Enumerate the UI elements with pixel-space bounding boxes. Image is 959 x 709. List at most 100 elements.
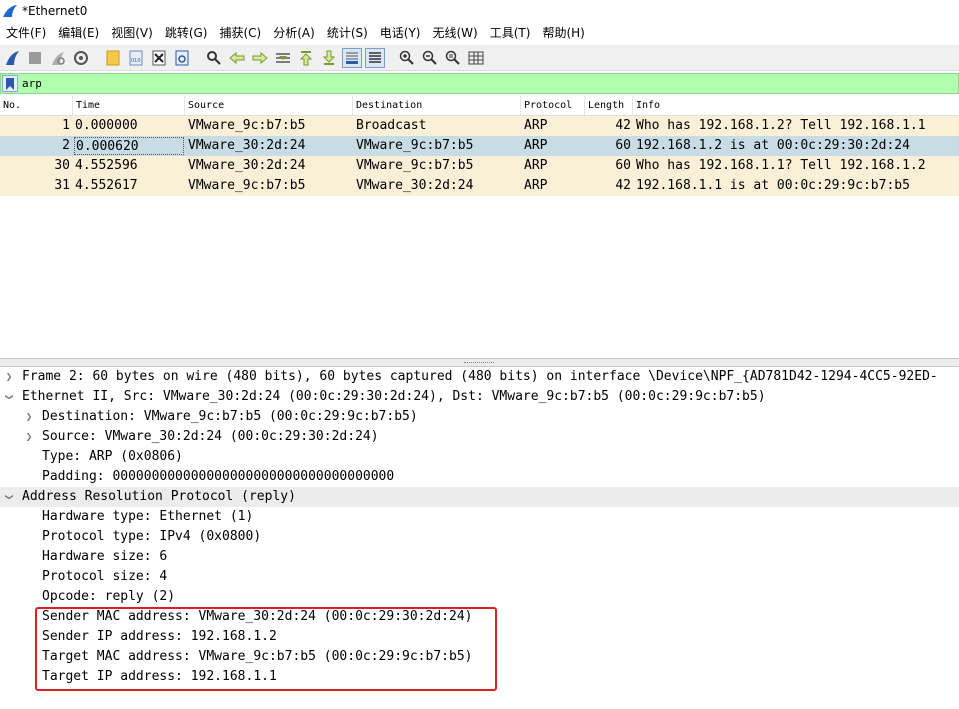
packet-destination: Broadcast — [356, 118, 427, 133]
menu-file[interactable]: 文件(F) — [0, 22, 52, 44]
packet-row[interactable]: 30 4.552596 VMware_30:2d:24 VMware_9c:b7… — [0, 156, 959, 176]
packet-protocol: ARP — [524, 178, 548, 193]
detail-tree-item-proto-type[interactable]: Protocol type: IPv4 (0x0800) — [0, 527, 959, 547]
chevron-right-icon[interactable]: ❯ — [23, 427, 35, 447]
go-back-icon[interactable] — [227, 48, 247, 68]
detail-text: Source: VMware_30:2d:24 (00:0c:29:30:2d:… — [42, 429, 379, 444]
detail-tree-item-arp[interactable]: ❯ Address Resolution Protocol (reply) — [0, 487, 959, 507]
packet-details-pane: ❯ Frame 2: 60 bytes on wire (480 bits), … — [0, 367, 959, 709]
menu-telephony[interactable]: 电话(Y) — [374, 22, 427, 44]
detail-text: Destination: VMware_9c:b7:b5 (00:0c:29:9… — [42, 409, 418, 424]
packet-source: VMware_30:2d:24 — [188, 138, 306, 153]
chevron-right-icon[interactable]: ❯ — [3, 367, 15, 387]
go-forward-icon[interactable] — [250, 48, 270, 68]
packet-info: Who has 192.168.1.2? Tell 192.168.1.1 — [636, 118, 926, 133]
find-packet-icon[interactable] — [204, 48, 224, 68]
packet-destination: VMware_9c:b7:b5 — [356, 138, 474, 153]
chevron-down-icon[interactable]: ❯ — [0, 491, 19, 503]
detail-tree-item-hw-type[interactable]: Hardware type: Ethernet (1) — [0, 507, 959, 527]
menu-statistics[interactable]: 统计(S) — [321, 22, 374, 44]
packet-time: 4.552617 — [75, 178, 138, 193]
resize-columns-icon[interactable] — [466, 48, 486, 68]
detail-text: Opcode: reply (2) — [42, 589, 176, 604]
detail-text: Protocol type: IPv4 (0x0800) — [42, 529, 262, 544]
detail-tree-item-eth-type[interactable]: Type: ARP (0x0806) — [0, 447, 959, 467]
menu-tools[interactable]: 工具(T) — [484, 22, 537, 44]
filter-bookmark-icon[interactable] — [2, 75, 18, 92]
go-first-icon[interactable] — [296, 48, 316, 68]
menu-capture[interactable]: 捕获(C) — [213, 22, 267, 44]
restart-capture-icon[interactable] — [48, 48, 68, 68]
detail-tree-item-hw-size[interactable]: Hardware size: 6 — [0, 547, 959, 567]
menu-edit[interactable]: 编辑(E) — [52, 22, 105, 44]
packet-destination: VMware_9c:b7:b5 — [356, 158, 474, 173]
detail-tree-item-frame[interactable]: ❯ Frame 2: 60 bytes on wire (480 bits), … — [0, 367, 959, 387]
menu-analyze[interactable]: 分析(A) — [267, 22, 321, 44]
detail-text: Type: ARP (0x0806) — [42, 449, 183, 464]
open-file-icon[interactable] — [103, 48, 123, 68]
zoom-out-icon[interactable] — [420, 48, 440, 68]
column-header-info[interactable]: Info — [633, 96, 959, 115]
title-bar: *Ethernet0 — [0, 0, 959, 22]
toolbar-separator — [195, 48, 201, 68]
packet-source: VMware_30:2d:24 — [188, 158, 306, 173]
packet-row[interactable]: 1 0.000000 VMware_9c:b7:b5 Broadcast ARP… — [0, 116, 959, 136]
auto-scroll-icon[interactable] — [342, 47, 362, 68]
detail-tree-item-eth-destination[interactable]: ❯ Destination: VMware_9c:b7:b5 (00:0c:29… — [0, 407, 959, 427]
capture-options-icon[interactable] — [71, 48, 91, 68]
packet-protocol: ARP — [524, 158, 548, 173]
detail-tree-item-ethernet[interactable]: ❯ Ethernet II, Src: VMware_30:2d:24 (00:… — [0, 387, 959, 407]
colorize-icon[interactable] — [365, 47, 385, 68]
packet-time: 0.000620 — [74, 137, 184, 155]
menu-go[interactable]: 跳转(G) — [159, 22, 214, 44]
zoom-in-icon[interactable] — [397, 48, 417, 68]
column-header-no[interactable]: No. — [0, 96, 73, 115]
column-header-time[interactable]: Time — [73, 96, 185, 115]
detail-tree-item-proto-size[interactable]: Protocol size: 4 — [0, 567, 959, 587]
pane-splitter[interactable] — [0, 358, 959, 367]
chevron-right-icon[interactable]: ❯ — [23, 407, 35, 427]
detail-text: Padding: 0000000000000000000000000000000… — [42, 469, 395, 484]
go-last-icon[interactable] — [319, 48, 339, 68]
detail-text: Ethernet II, Src: VMware_30:2d:24 (00:0c… — [22, 389, 766, 404]
packet-source: VMware_9c:b7:b5 — [188, 118, 306, 133]
reload-file-icon[interactable] — [172, 48, 192, 68]
start-capture-icon[interactable] — [2, 48, 22, 68]
packet-info: Who has 192.168.1.1? Tell 192.168.1.2 — [636, 158, 926, 173]
detail-tree-item-opcode[interactable]: Opcode: reply (2) — [0, 587, 959, 607]
column-header-length[interactable]: Length — [585, 96, 633, 115]
packet-row-selected[interactable]: 2 0.000620 VMware_30:2d:24 VMware_9c:b7:… — [0, 136, 959, 156]
detail-tree-item-eth-source[interactable]: ❯ Source: VMware_30:2d:24 (00:0c:29:30:2… — [0, 427, 959, 447]
toolbar-separator — [94, 48, 100, 68]
svg-text:010: 010 — [131, 58, 141, 64]
packet-protocol: ARP — [524, 138, 548, 153]
packet-length: 60 — [615, 158, 631, 173]
packet-length: 42 — [615, 118, 631, 133]
packet-length: 42 — [615, 178, 631, 193]
save-file-icon[interactable]: 010 — [126, 48, 146, 68]
packet-no: 31 — [54, 178, 70, 193]
packet-destination: VMware_30:2d:24 — [356, 178, 474, 193]
menu-view[interactable]: 视图(V) — [105, 22, 159, 44]
menu-wireless[interactable]: 无线(W) — [427, 22, 484, 44]
menu-help[interactable]: 帮助(H) — [536, 22, 590, 44]
packet-list-header: No. Time Source Destination Protocol Len… — [0, 96, 959, 116]
column-header-protocol[interactable]: Protocol — [521, 96, 585, 115]
chevron-down-icon[interactable]: ❯ — [0, 391, 19, 403]
column-header-destination[interactable]: Destination — [353, 96, 521, 115]
packet-protocol: ARP — [524, 118, 548, 133]
go-to-packet-icon[interactable] — [273, 48, 293, 68]
detail-tree-item-eth-padding[interactable]: Padding: 0000000000000000000000000000000… — [0, 467, 959, 487]
menu-bar: 文件(F) 编辑(E) 视图(V) 跳转(G) 捕获(C) 分析(A) 统计(S… — [0, 22, 959, 44]
normal-size-icon[interactable] — [443, 48, 463, 68]
close-file-icon[interactable] — [149, 48, 169, 68]
stop-capture-icon[interactable] — [25, 48, 45, 68]
packet-info: 192.168.1.2 is at 00:0c:29:30:2d:24 — [636, 138, 910, 153]
display-filter-input[interactable] — [22, 75, 922, 92]
detail-text: Protocol size: 4 — [42, 569, 168, 584]
packet-time: 4.552596 — [75, 158, 138, 173]
annotation-highlight-box — [35, 607, 497, 691]
packet-row[interactable]: 31 4.552617 VMware_9c:b7:b5 VMware_30:2d… — [0, 176, 959, 196]
packet-list: No. Time Source Destination Protocol Len… — [0, 96, 959, 358]
column-header-source[interactable]: Source — [185, 96, 353, 115]
